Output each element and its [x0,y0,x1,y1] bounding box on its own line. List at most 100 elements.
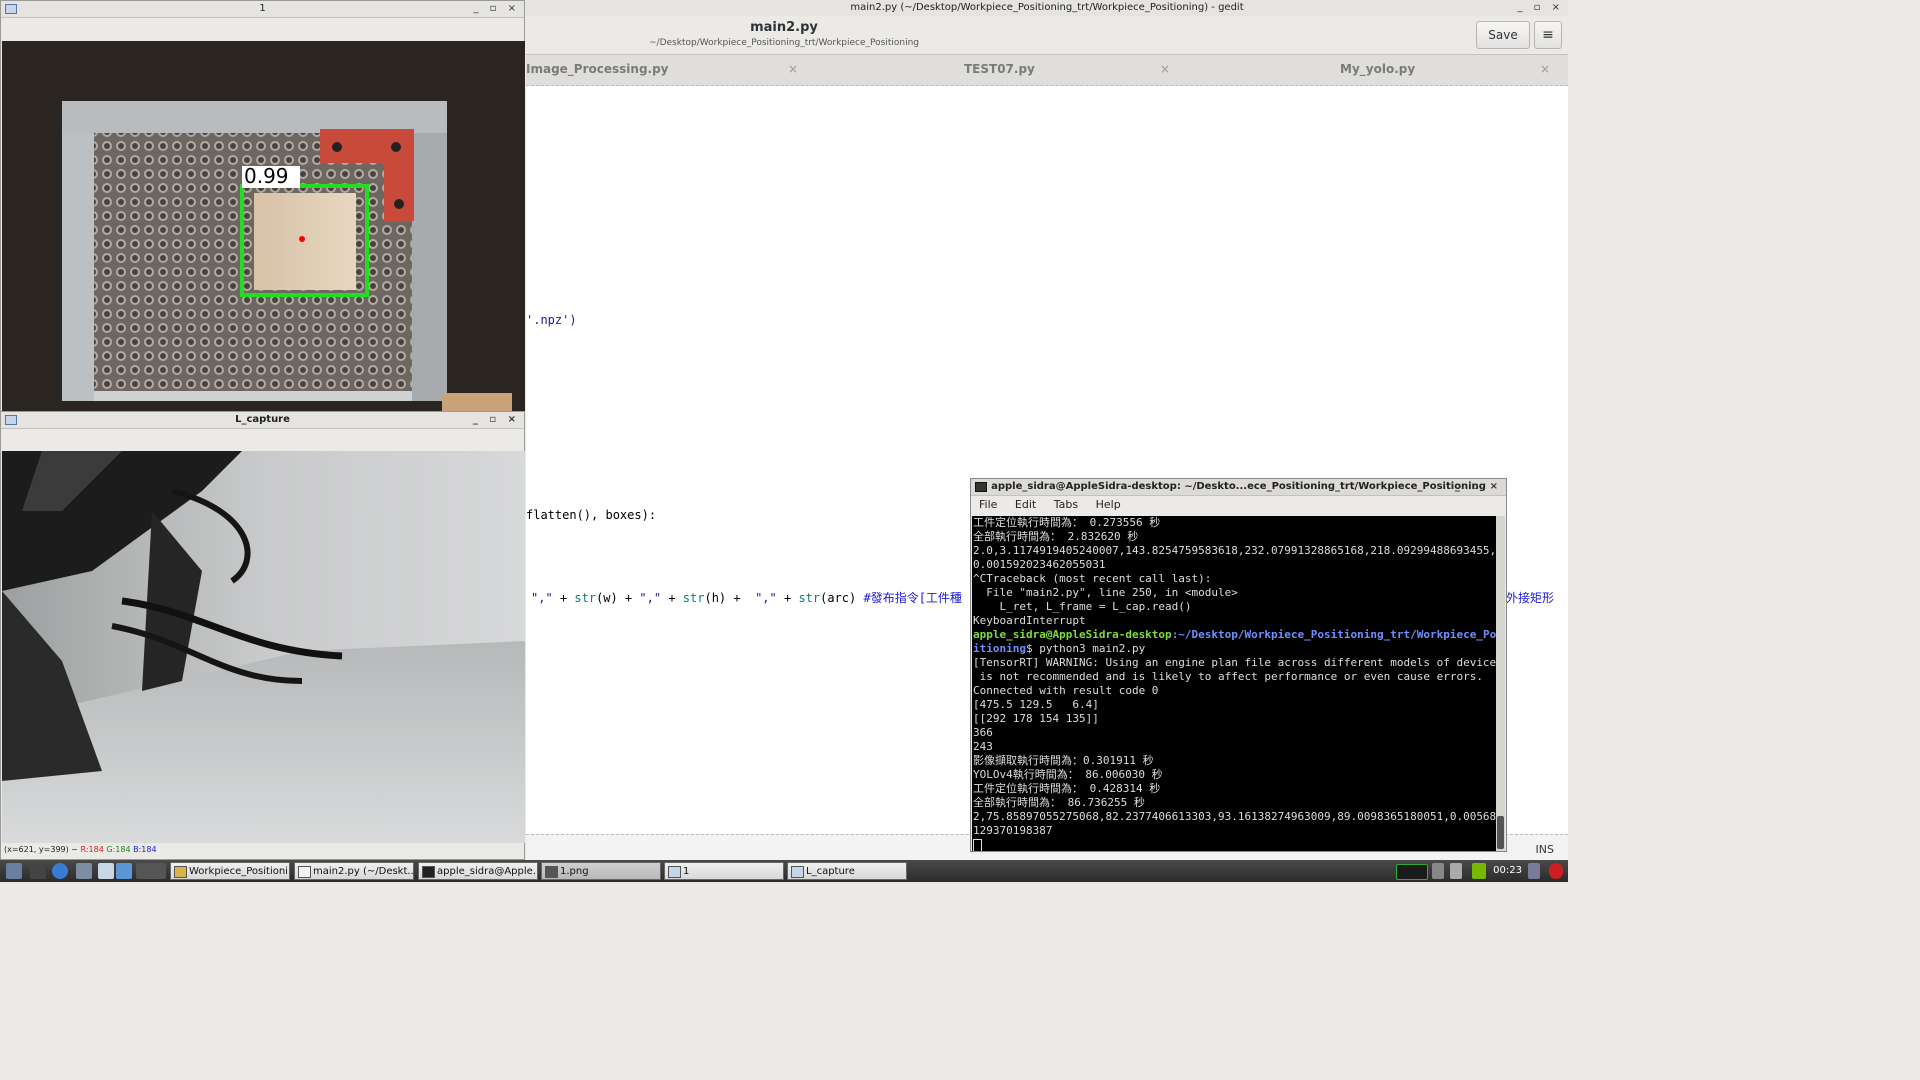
detection-scene [2,41,525,411]
code-token: (w) + [596,591,640,605]
code-token: str [798,591,821,605]
terminal-line: 0.001592023462055031 [973,558,1106,571]
prompt-path: itioning [973,642,1026,655]
camera-scene [2,451,525,843]
save-button[interactable]: Save [1476,21,1530,49]
image-window-1: 1 _ ▫ × 0.99 [0,0,525,412]
capture-window-controls[interactable]: _ ▫ × [473,412,520,428]
browser-launcher-icon[interactable] [52,863,68,879]
menu-help[interactable]: Help [1096,498,1121,511]
terminal-line: [TensorRT] WARNING: Using an engine plan… [973,656,1496,669]
workspace-3-icon[interactable] [136,863,166,879]
code-token: (arc) [820,591,864,605]
start-menu-icon[interactable] [6,863,22,879]
taskbar-item-l-capture[interactable]: L_capture [787,862,907,880]
capture-window-titlebar[interactable]: L_capture _ ▫ × [1,412,524,429]
code-token: str [682,591,705,605]
cpu-monitor-icon[interactable] [1396,864,1428,880]
code-comment[interactable]: 外接矩形 [1506,589,1554,606]
taskbar-item-terminal[interactable]: apple_sidra@Apple... [418,862,538,880]
terminal-lines: 工件定位執行時間為： 0.273556 秒全部執行時間為： 2.832620 秒… [972,516,1496,851]
power-icon[interactable] [1549,863,1563,879]
prompt-path: :~/Desktop/Workpiece_Positioning_trt/Wor… [1171,628,1496,641]
document-title: main2.py [750,20,818,35]
window-icon [5,4,17,14]
nvidia-icon[interactable] [1472,863,1486,879]
terminal-line: 129370198387 [973,824,1053,837]
terminal-line: 影像擷取執行時間為：0.301911 秒 [973,754,1154,767]
code-line[interactable]: "," + str(w) + "," + str(h) + "," + str(… [531,589,962,606]
code-line[interactable]: '.npz') [526,313,577,327]
taskbar: Workpiece_Positioni... main2.py (~/Deskt… [0,860,1568,882]
user-icon[interactable] [1528,863,1540,879]
menu-tabs[interactable]: Tabs [1054,498,1078,511]
document-path: ~/Desktop/Workpiece_Positioning_trt/Work… [649,38,919,48]
detection-image: 0.99 [2,41,525,411]
terminal-line: 工件定位執行時間為： 0.428314 秒 [973,782,1161,795]
bluetooth-icon[interactable] [1450,863,1462,879]
menu-file[interactable]: File [979,498,997,511]
gedit-window-controls[interactable]: _ ▫ × [1517,0,1564,16]
workspace-2-icon[interactable] [116,863,132,879]
scrollbar-thumb[interactable] [1497,816,1504,849]
tab-test07[interactable]: TEST07.py [964,55,1035,85]
tab-close-icon[interactable]: × [788,55,798,83]
file-manager-icon[interactable] [76,863,92,879]
taskbar-item-label: 1 [683,866,690,877]
code-token: "," [639,591,662,605]
taskbar-item-label: apple_sidra@Apple... [437,866,538,877]
taskbar-item-label: main2.py (~/Deskt... [313,866,414,877]
clock[interactable]: 00:23 [1493,860,1522,882]
speaker-icon[interactable] [1432,863,1444,879]
folder-icon [174,866,187,878]
terminal-titlebar[interactable]: apple_sidra@AppleSidra-desktop: ~/Deskto… [971,479,1506,496]
gedit-headerbar: main2.py ~/Desktop/Workpiece_Positioning… [526,16,1568,55]
camera-feed-image [2,451,525,843]
tab-my-yolo[interactable]: My_yolo.py [1340,55,1415,85]
terminal-line: 2.0,3.1174919405240007,143.8254759583618… [973,544,1496,557]
terminal-cursor [973,839,982,851]
document-tabs: Image_Processing.py × TEST07.py × My_yol… [526,55,1568,86]
code-line[interactable]: flatten(), boxes): [526,508,656,522]
insert-mode-indicator[interactable]: INS [1536,843,1554,856]
tab-image-processing[interactable]: Image_Processing.py [526,55,669,85]
terminal-line: 2,75.85897055275068,82.2377406613303,93.… [973,810,1496,823]
terminal-prompt-line: itioning$ python3 main2.py [973,642,1496,656]
terminal-menubar: File Edit Tabs Help [971,495,1506,515]
hamburger-menu-icon[interactable]: ≡ [1534,21,1562,49]
menu-edit[interactable]: Edit [1015,498,1036,511]
taskbar-item-image[interactable]: 1.png [541,862,661,880]
taskbar-item-gedit[interactable]: main2.py (~/Deskt... [294,862,414,880]
confidence-label: 0.99 [244,164,289,188]
code-token: + [661,591,683,605]
gedit-titlebar[interactable]: main2.py (~/Desktop/Workpiece_Positionin… [526,0,1568,17]
taskbar-item-window-1[interactable]: 1 [664,862,784,880]
pixel-red-value: R:184 [80,845,104,854]
prompt-command: $ python3 main2.py [1025,642,1146,655]
tab-close-icon[interactable]: × [1160,55,1170,83]
code-token: str [574,591,597,605]
image-window-titlebar[interactable]: 1 _ ▫ × [1,1,524,18]
image-window-controls[interactable]: _ ▫ × [473,1,520,17]
terminal-icon [975,482,987,492]
terminal-icon [422,866,435,878]
terminal-prompt-line: apple_sidra@AppleSidra-desktop:~/Desktop… [973,628,1496,642]
terminal-line: 全部執行時間為： 86.736255 秒 [973,796,1145,809]
window-icon [791,866,804,878]
terminal-scrollbar[interactable] [1496,516,1505,851]
code-token: (h) + [704,591,756,605]
terminal-line: 243 [973,740,993,753]
workspace-switcher-icon[interactable] [98,863,114,879]
terminal-line: 工件定位執行時間為： 0.273556 秒 [973,516,1161,529]
terminal-line: is not recommended and is likely to affe… [973,670,1483,683]
terminal-launcher-icon[interactable] [30,863,46,879]
taskbar-item-file-manager[interactable]: Workpiece_Positioni... [170,862,290,880]
code-token: "," [531,591,553,605]
code-token: + [776,591,799,605]
pixel-info-status: (x=621, y=399) ~ R:184 G:184 B:184 [4,845,157,854]
tab-close-icon[interactable]: × [1540,55,1550,83]
terminal-window-controls[interactable]: _ ▫ × [1455,479,1502,495]
window-icon [668,866,681,878]
terminal-title: apple_sidra@AppleSidra-desktop: ~/Deskto… [991,481,1486,492]
terminal-output[interactable]: 工件定位執行時間為： 0.273556 秒全部執行時間為： 2.832620 秒… [972,516,1496,851]
